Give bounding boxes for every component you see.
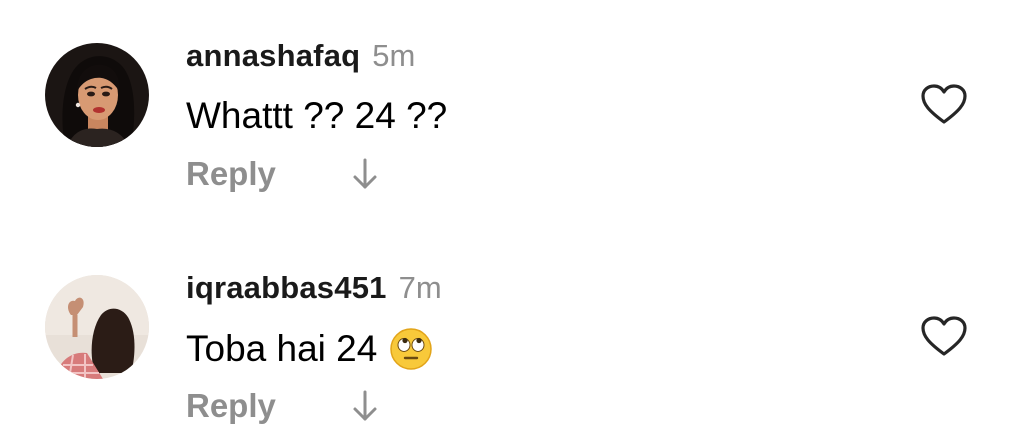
heart-outline-icon[interactable] [919, 314, 969, 358]
comment-header: iqraabbas451 7m [186, 270, 442, 310]
heart-outline-icon[interactable] [919, 82, 969, 126]
comment-item: iqraabbas451 7m Toba hai 24 Reply [0, 232, 1024, 432]
reply-button[interactable]: Reply [186, 155, 276, 193]
avatar-illustration-icon [45, 43, 149, 147]
comment-header: annashafaq 5m [186, 38, 415, 78]
comment-text: Toba hai 24 [186, 327, 433, 371]
comment-actions: Reply [186, 153, 380, 195]
arrow-down-icon[interactable] [350, 389, 380, 423]
comment-body: Toba hai 24 [186, 328, 378, 369]
username[interactable]: iqraabbas451 [186, 270, 387, 306]
timestamp: 5m [372, 38, 416, 73]
arrow-down-icon[interactable] [350, 157, 380, 191]
username[interactable]: annashafaq [186, 38, 360, 74]
comment-item: annashafaq 5m Whattt ?? 24 ?? Reply [0, 0, 1024, 200]
timestamp: 7m [398, 270, 442, 305]
eye-roll-emoji-icon [389, 327, 433, 371]
comment-text: Whattt ?? 24 ?? [186, 95, 447, 137]
reply-button[interactable]: Reply [186, 387, 276, 425]
avatar[interactable] [45, 43, 149, 147]
avatar[interactable] [45, 275, 149, 379]
photo-avatar-icon [45, 275, 149, 379]
comment-body: Whattt ?? 24 ?? [186, 95, 448, 136]
comment-actions: Reply [186, 385, 380, 427]
